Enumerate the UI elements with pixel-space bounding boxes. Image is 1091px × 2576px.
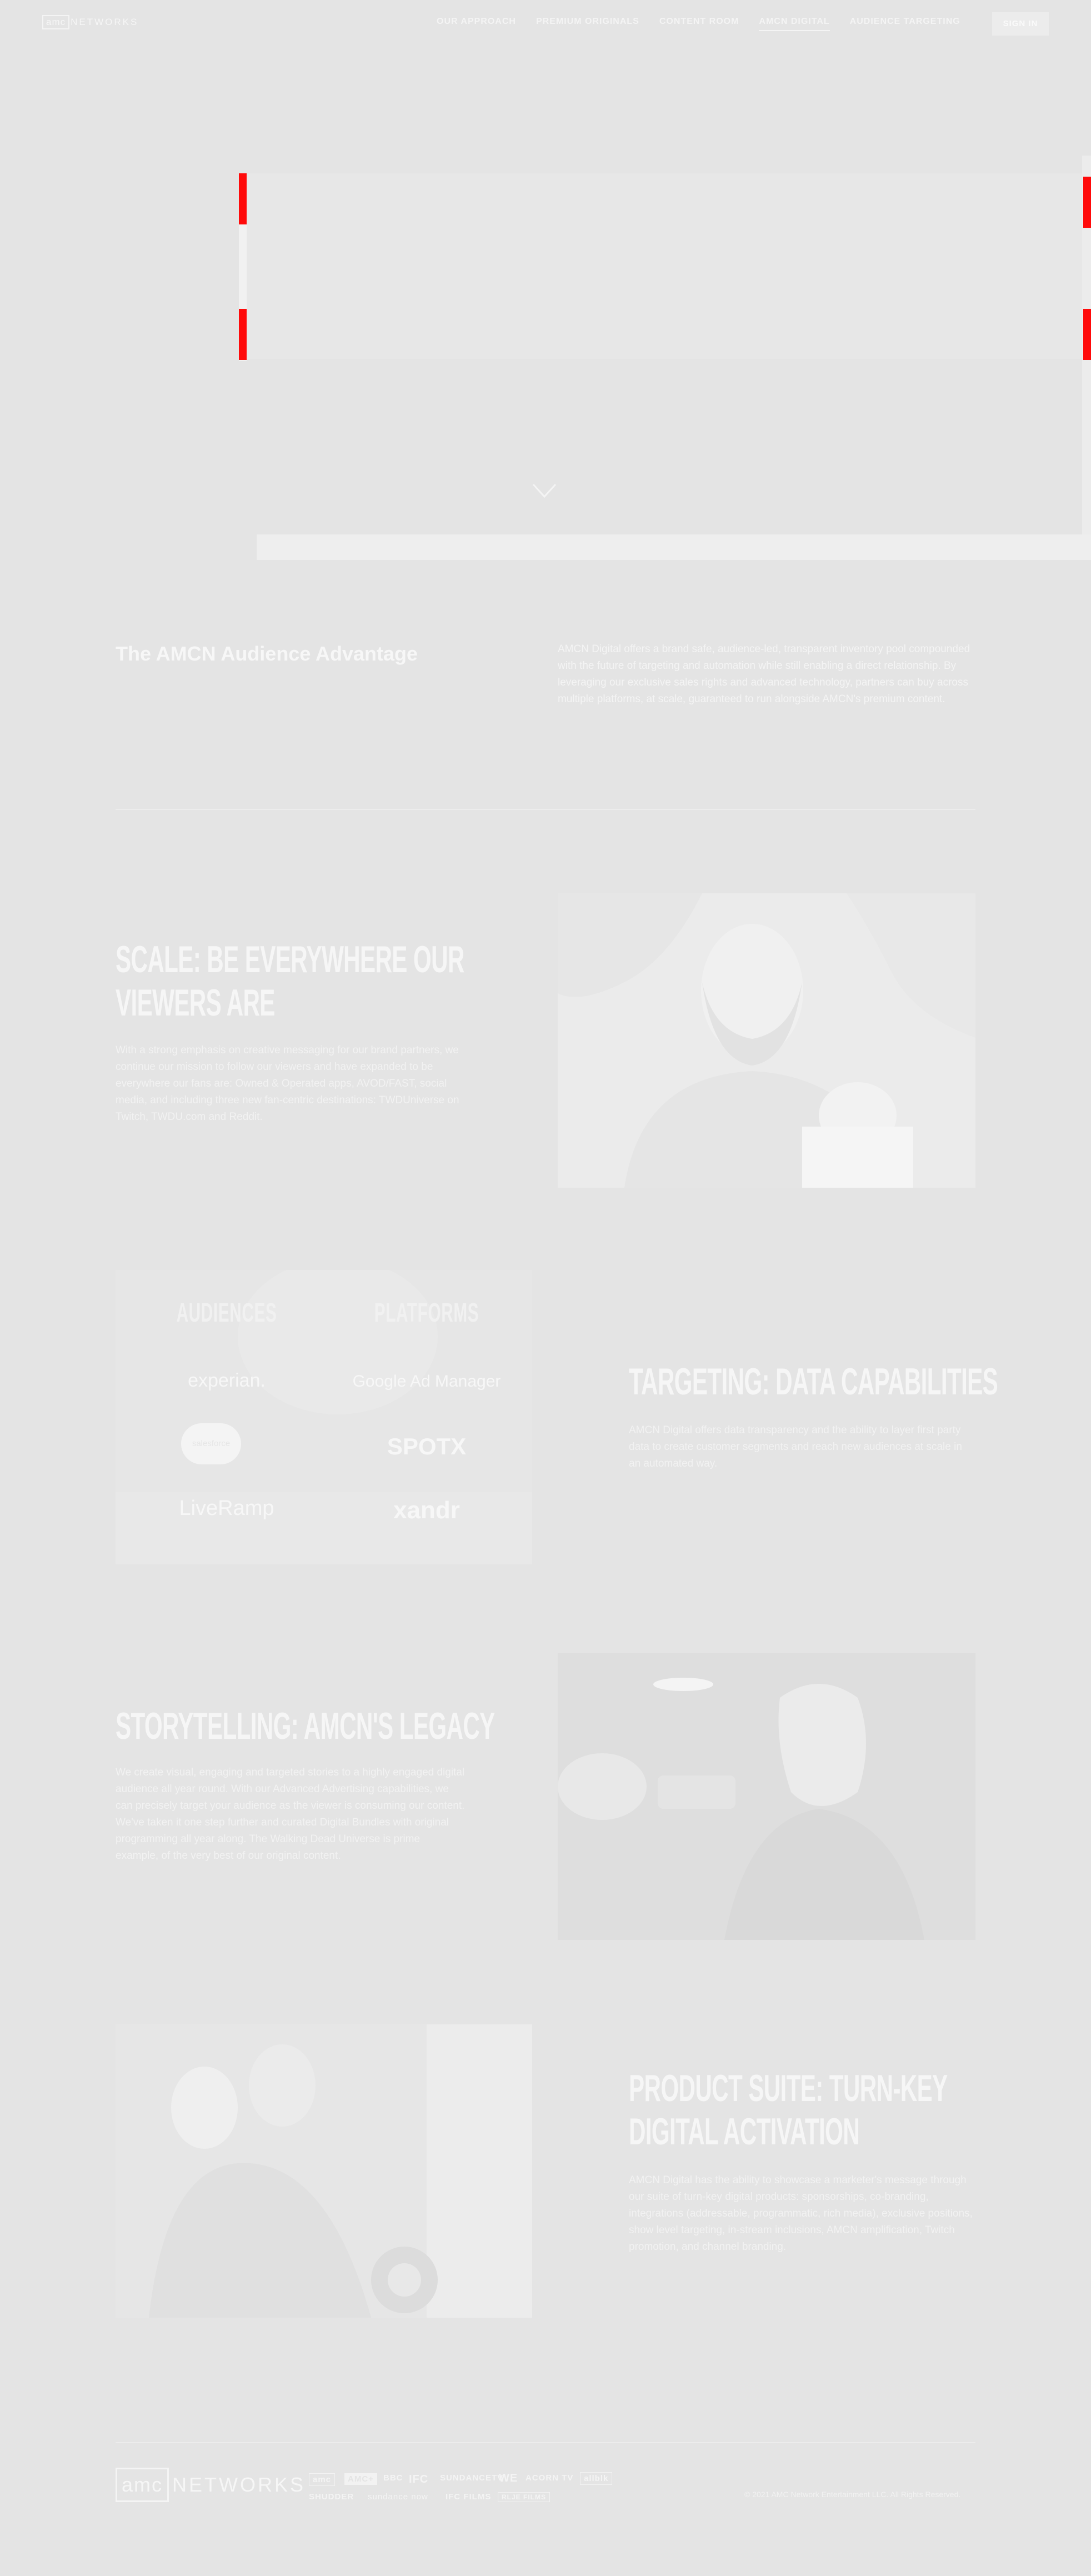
scale-photo <box>558 893 975 1188</box>
product-title-line1: PRODUCT SUITE: TURN-KEY <box>629 2067 948 2109</box>
google-ad-manager-logo: Google Ad Manager <box>352 1372 501 1390</box>
storytelling-text: We create visual, engaging and targeted … <box>116 1767 465 1862</box>
spotx-logo: SPOTX <box>387 1433 467 1459</box>
hero-accent-bar-left-bottom <box>239 309 247 360</box>
targeting-title: TARGETING: DATA CAPABILITIES <box>629 1360 998 1403</box>
scale-text: With a strong emphasis on creative messa… <box>116 1044 459 1123</box>
brand-ifc[interactable]: IFC <box>409 2473 428 2486</box>
footer-copyright: © 2021 AMC Network Entertainment LLC. Al… <box>744 2490 961 2499</box>
scale-title-line2: VIEWERS ARE <box>116 982 275 1024</box>
brand-ifc-films[interactable]: IFC FILMS <box>446 2492 491 2502</box>
audiences-heading: AUDIENCES <box>176 1298 277 1328</box>
hero-video-panel <box>243 173 1082 359</box>
nav-link-content-room[interactable]: CONTENT ROOM <box>659 17 739 31</box>
brand-amc-plus[interactable]: AMC+ <box>344 2473 377 2485</box>
advantage-title: The AMCN Audience Advantage <box>116 642 418 665</box>
salesforce-logo: salesforce <box>181 1423 241 1464</box>
section-divider <box>116 809 975 810</box>
nav-link-our-approach[interactable]: OUR APPROACH <box>437 17 516 31</box>
storytelling-photo <box>558 1653 975 1940</box>
product-title-line2: DIGITAL ACTIVATION <box>629 2110 860 2153</box>
product-photo <box>116 2024 532 2318</box>
hero-accent-bar-right-bottom <box>1083 309 1091 360</box>
footer-amc-networks-logo[interactable]: amc NETWORKS <box>116 2468 306 2502</box>
product-text: AMCN Digital has the ability to showcase… <box>629 2174 973 2253</box>
hero-accent-bar-left-top <box>239 173 247 224</box>
nav-link-audience-targeting[interactable]: AUDIENCE TARGETING <box>850 17 960 31</box>
brand-shudder[interactable]: SHUDDER <box>309 2492 354 2502</box>
footer-logo-mark: amc <box>116 2468 169 2502</box>
advantage-text: AMCN Digital offers a brand safe, audien… <box>558 643 970 705</box>
nav-link-premium-originals[interactable]: PREMIUM ORIGINALS <box>536 17 639 31</box>
brand-sundancetv[interactable]: SUNDANCETV <box>440 2473 503 2483</box>
brand-acorn-tv[interactable]: ACORN TV <box>526 2473 573 2483</box>
brand-amc[interactable]: amc <box>309 2473 336 2486</box>
top-navigation: amc NETWORKS OUR APPROACH PREMIUM ORIGIN… <box>0 0 1091 47</box>
footer-logo-wordmark: NETWORKS <box>172 2473 306 2496</box>
product-title: PRODUCT SUITE: TURN-KEY DIGITAL ACTIVATI… <box>629 2067 948 2153</box>
platforms-heading: PLATFORMS <box>374 1298 479 1328</box>
amc-networks-logo[interactable]: amc NETWORKS <box>42 14 138 30</box>
targeting-text: AMCN Digital offers data transparency an… <box>629 1424 962 1469</box>
scale-title: SCALE: BE EVERYWHERE OUR VIEWERS ARE <box>116 938 464 1024</box>
experian-logo: experian. <box>188 1370 266 1391</box>
brand-allblk[interactable]: allblk <box>580 2472 613 2485</box>
scale-title-line1: SCALE: BE EVERYWHERE OUR <box>116 938 464 981</box>
hero-accent-bar-right-top <box>1083 177 1091 228</box>
footer-divider <box>116 2442 975 2443</box>
sign-in-button[interactable]: SIGN IN <box>992 12 1049 36</box>
logo-wordmark: NETWORKS <box>71 17 139 27</box>
brand-bbc[interactable]: BBC <box>383 2473 403 2483</box>
logo-mark: amc <box>42 15 70 29</box>
brand-sundance-now[interactable]: sundance now <box>368 2492 428 2502</box>
scroll-down-chevron-icon[interactable] <box>531 481 558 500</box>
brand-rlje-films[interactable]: RLJE FILMS <box>498 2492 550 2502</box>
storytelling-title: STORYTELLING: AMCN'S LEGACY <box>116 1705 495 1747</box>
xandr-logo: xandr <box>393 1497 460 1524</box>
liveramp-logo: LiveRamp <box>179 1497 274 1520</box>
targeting-partners-panel: AUDIENCES PLATFORMS experian. salesforce… <box>116 1270 532 1564</box>
nav-links: OUR APPROACH PREMIUM ORIGINALS CONTENT R… <box>437 17 960 31</box>
hero-bottom-bar <box>257 534 1091 560</box>
brand-we[interactable]: WE <box>499 2472 518 2485</box>
nav-link-amcn-digital[interactable]: AMCN DIGITAL <box>759 17 830 31</box>
